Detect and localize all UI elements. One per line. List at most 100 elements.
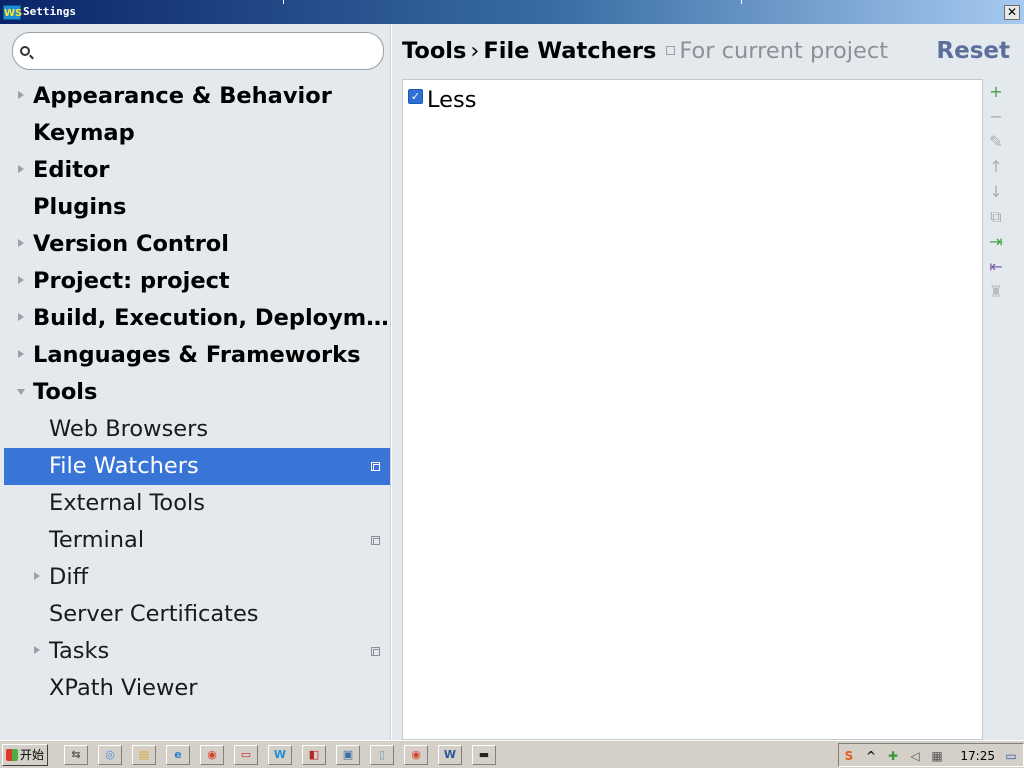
- watcher-enabled-checkbox[interactable]: ✓: [408, 89, 423, 104]
- title-bar: WS Settings ✕: [0, 0, 1024, 24]
- tree-item[interactable]: Diff: [4, 559, 390, 596]
- settings-sidebar: Appearance & Behavior Keymap Editor Plugins…: [0, 24, 391, 740]
- title-divider: [741, 0, 742, 4]
- start-button[interactable]: 开始: [2, 744, 48, 766]
- tree-item-label: Plugins: [33, 194, 127, 220]
- tree-item[interactable]: Appearance & Behavior: [4, 78, 390, 115]
- ie-app-icon[interactable]: e: [166, 745, 190, 765]
- webstorm-logo-icon: WS: [3, 5, 22, 20]
- tree-item-label: Appearance & Behavior: [33, 83, 332, 109]
- volume-icon[interactable]: ◁: [907, 748, 923, 764]
- search-input[interactable]: [37, 39, 377, 63]
- collapsed-arrow-icon[interactable]: [18, 239, 24, 247]
- tree-item-label: XPath Viewer: [49, 675, 198, 701]
- tree-item[interactable]: External Tools: [4, 485, 390, 522]
- tree-item[interactable]: Server Certificates: [4, 596, 390, 633]
- window-app-icon[interactable]: ▣: [336, 745, 360, 765]
- windows-logo-icon: [6, 749, 18, 761]
- breadcrumb: Tools › File Watchers For current project: [402, 36, 888, 66]
- tree-item[interactable]: Terminal: [4, 522, 390, 559]
- tree-item[interactable]: Tasks: [4, 633, 390, 670]
- tree-item[interactable]: Build, Execution, Deploym…: [4, 300, 390, 337]
- taskbar: 开始 ⇆ ◎ ▤ e ◉ ▭ W ◧ ▣ ▯ ◉ W ▬ 17:25 S ^ ✚ ◁ ▦ ▭: [0, 740, 1024, 768]
- move-up-icon: ↑: [989, 157, 1003, 176]
- tree-item[interactable]: Version Control: [4, 226, 390, 263]
- expanded-arrow-icon[interactable]: [17, 389, 25, 395]
- tree-item-label: Build, Execution, Deploym…: [33, 305, 389, 331]
- copy-icon: ⧉: [990, 207, 1002, 226]
- collapsed-arrow-icon[interactable]: [34, 572, 40, 580]
- task-switch-icon[interactable]: ⇆: [64, 745, 88, 765]
- tree-item-label: Web Browsers: [49, 416, 209, 442]
- notepad-app-icon[interactable]: ▯: [370, 745, 394, 765]
- import-icon[interactable]: ⇥: [984, 231, 1008, 253]
- project-scope-icon: [666, 46, 676, 55]
- browser-app-icon[interactable]: ◎: [98, 745, 122, 765]
- title-divider: [283, 0, 284, 4]
- expand-tray-icon[interactable]: ^: [863, 748, 879, 764]
- tree-item[interactable]: File Watchers: [4, 448, 390, 485]
- webstorm-app-icon[interactable]: W: [268, 745, 292, 765]
- file-watchers-list[interactable]: ✓ Less: [402, 79, 983, 740]
- clock[interactable]: 17:25: [960, 748, 995, 764]
- collapsed-arrow-icon[interactable]: [18, 276, 24, 284]
- collapsed-arrow-icon[interactable]: [18, 91, 24, 99]
- tree-item-label: Tasks: [49, 638, 110, 664]
- tree-item-label: Project: project: [33, 268, 230, 294]
- settings-tree: Appearance & Behavior Keymap Editor Plugins…: [4, 78, 390, 707]
- tree-item-label: File Watchers: [49, 453, 199, 479]
- tree-item[interactable]: XPath Viewer: [4, 670, 390, 707]
- show-desktop-icon[interactable]: ▭: [1003, 748, 1019, 764]
- system-tray: 17:25 S ^ ✚ ◁ ▦ ▭: [838, 743, 1024, 767]
- add-icon[interactable]: +: [984, 81, 1008, 103]
- collapsed-arrow-icon[interactable]: [18, 350, 24, 358]
- project-scope-icon: [371, 647, 380, 656]
- tree-item[interactable]: Editor: [4, 152, 390, 189]
- project-scope-icon: [371, 462, 380, 471]
- tree-item-label: Terminal: [49, 527, 145, 553]
- tree-item[interactable]: Keymap: [4, 115, 390, 152]
- cmd-app-icon[interactable]: ▬: [472, 745, 496, 765]
- collapsed-arrow-icon[interactable]: [34, 646, 40, 654]
- update-icon[interactable]: ✚: [885, 748, 901, 764]
- chrome-app-icon[interactable]: ◉: [200, 745, 224, 765]
- word-app-icon[interactable]: W: [438, 745, 462, 765]
- settings-content: Tools › File Watchers For current project R…: [392, 24, 1024, 740]
- collapsed-arrow-icon[interactable]: [18, 313, 24, 321]
- tree-item-label: Server Certificates: [49, 601, 259, 627]
- explorer-app-icon[interactable]: ▤: [132, 745, 156, 765]
- remove-icon: −: [989, 107, 1003, 126]
- collapsed-arrow-icon[interactable]: [18, 165, 24, 173]
- tree-item[interactable]: Plugins: [4, 189, 390, 226]
- export-icon[interactable]: ⇤: [984, 256, 1008, 278]
- breadcrumb-current: File Watchers: [483, 38, 657, 64]
- tree-item[interactable]: Web Browsers: [4, 411, 390, 448]
- watcher-name: Less: [427, 87, 477, 113]
- list-toolbar: + − ✎ ↑ ↓ ⧉ ⇥ ⇤ ♜: [984, 79, 1008, 740]
- settings-search-box[interactable]: [12, 32, 384, 70]
- stamp-icon: ♜: [988, 282, 1004, 301]
- breadcrumb-parent[interactable]: Tools: [402, 38, 466, 64]
- tree-item[interactable]: Languages & Frameworks: [4, 337, 390, 374]
- ime-icon[interactable]: S: [841, 748, 857, 764]
- project-scope-icon: [371, 536, 380, 545]
- tree-item[interactable]: Tools: [4, 374, 390, 411]
- reset-button[interactable]: Reset: [936, 37, 1010, 65]
- tree-item-label: Tools: [33, 379, 98, 405]
- media-app-icon[interactable]: ▭: [234, 745, 258, 765]
- edit-icon: ✎: [989, 132, 1003, 151]
- tree-item-label: Languages & Frameworks: [33, 342, 361, 368]
- network-icon[interactable]: ▦: [929, 748, 945, 764]
- chrome2-app-icon[interactable]: ◉: [404, 745, 428, 765]
- content-header: Tools › File Watchers For current project R…: [392, 24, 1024, 78]
- close-button[interactable]: ✕: [1004, 5, 1020, 20]
- scope-label: For current project: [679, 38, 889, 64]
- gallery-app-icon[interactable]: ◧: [302, 745, 326, 765]
- window-title: Settings: [23, 5, 76, 18]
- tree-item-label: Diff: [49, 564, 89, 590]
- watcher-row[interactable]: ✓ Less: [407, 86, 967, 114]
- move-down-icon: ↓: [989, 182, 1003, 201]
- tree-item-label: Keymap: [33, 120, 135, 146]
- tree-item[interactable]: Project: project: [4, 263, 390, 300]
- tree-item-label: Editor: [33, 157, 110, 183]
